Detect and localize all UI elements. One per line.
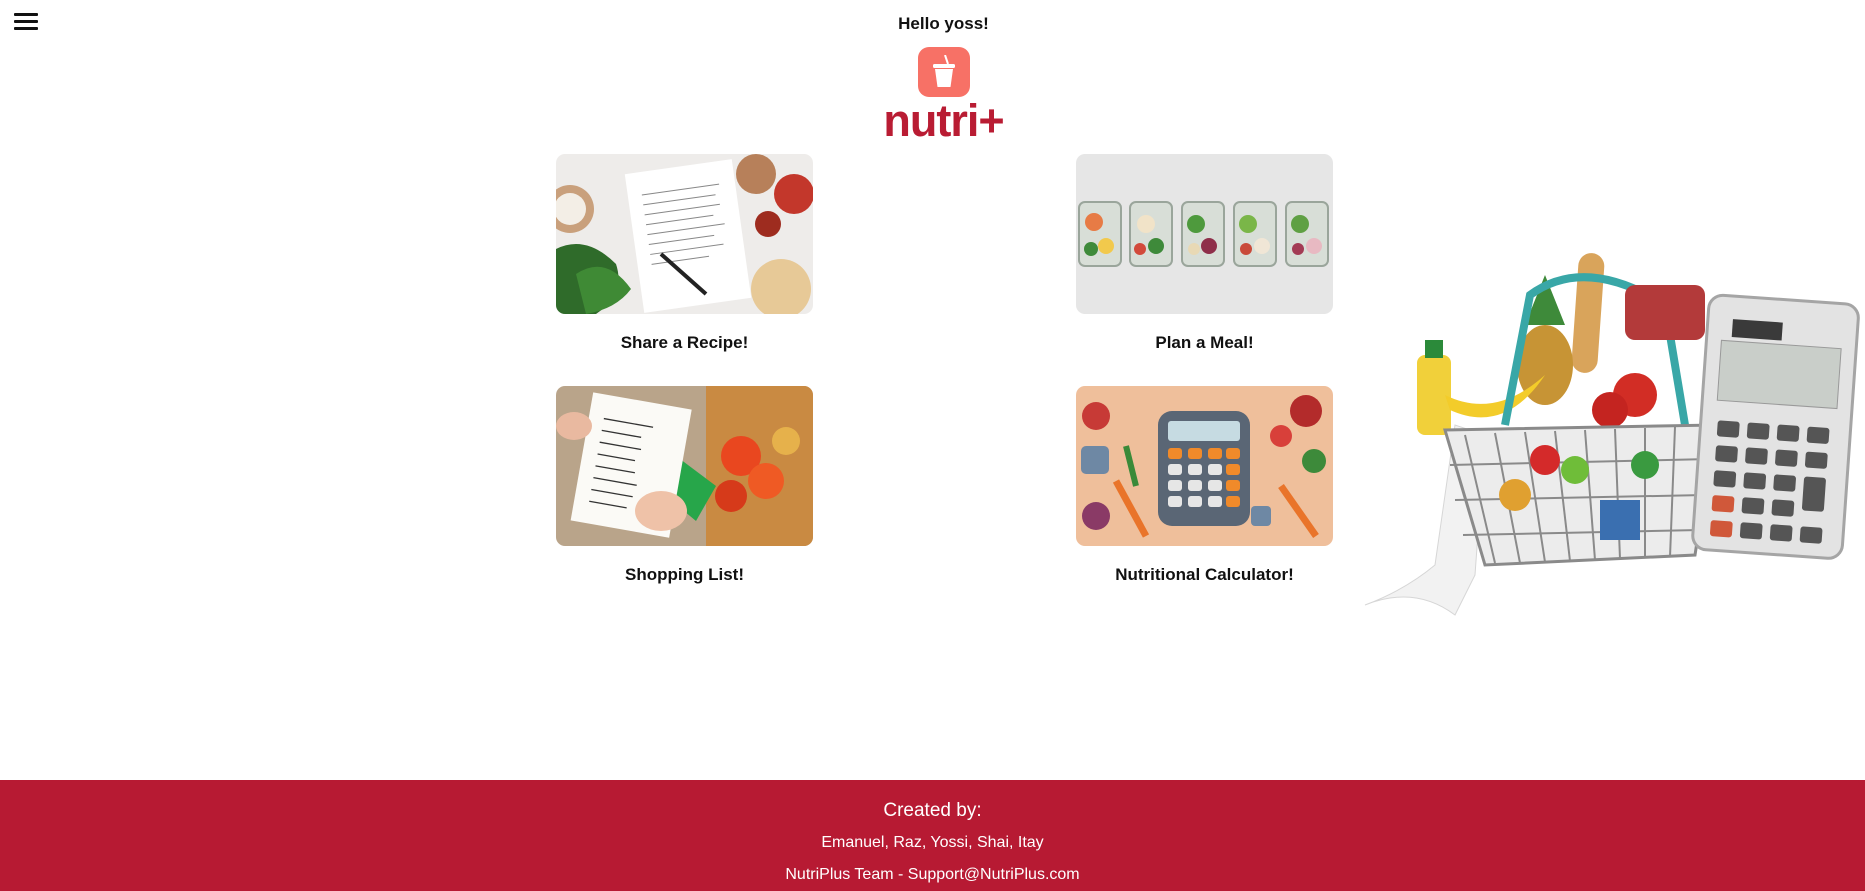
page-footer: Created by: Emanuel, Raz, Yossi, Shai, I…	[0, 780, 1865, 891]
footer-created-by: Created by:	[883, 800, 982, 821]
grocery-basket-calculator-image	[1355, 245, 1865, 625]
shopping-list-image	[556, 386, 813, 546]
nutritional-calculator-card[interactable]: Nutritional Calculator!	[1076, 386, 1333, 585]
meal-prep-containers-image	[1076, 154, 1333, 314]
nutrition-calculator-image	[1076, 386, 1333, 546]
share-recipe-label: Share a Recipe!	[620, 333, 749, 352]
nutritional-calculator-label: Nutritional Calculator!	[1115, 565, 1294, 584]
footer-team-names: Emanuel, Raz, Yossi, Shai, Itay	[821, 834, 1044, 851]
plan-meal-card[interactable]: Plan a Meal!	[1076, 154, 1333, 353]
greeting-text: Hello yoss!	[898, 14, 989, 33]
share-recipe-card[interactable]: Share a Recipe!	[556, 154, 813, 353]
recipe-notebook-image	[556, 154, 813, 314]
footer-contact[interactable]: NutriPlus Team - Support@NutriPlus.com	[0, 866, 1865, 884]
drink-cup-icon	[918, 47, 970, 97]
app-logo[interactable]: nutri+	[0, 98, 1865, 143]
plan-meal-label: Plan a Meal!	[1155, 333, 1254, 352]
shopping-list-label: Shopping List!	[625, 565, 744, 584]
shopping-list-card[interactable]: Shopping List!	[556, 386, 813, 585]
